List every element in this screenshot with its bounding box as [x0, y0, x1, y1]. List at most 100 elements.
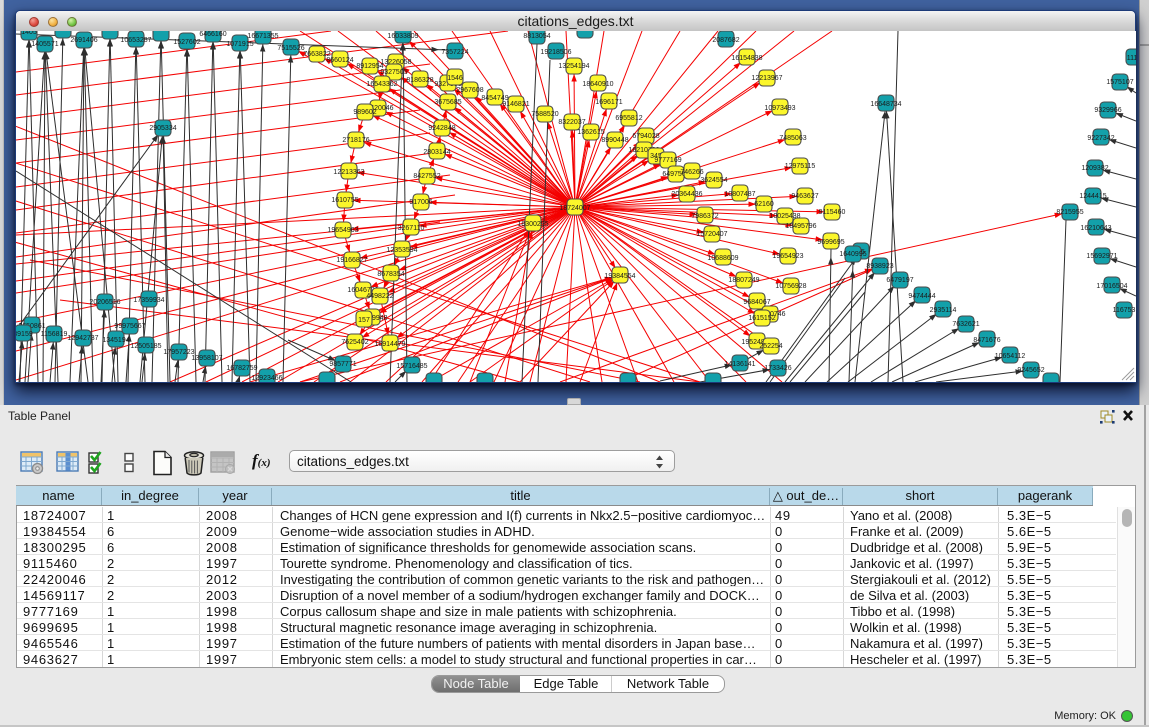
- svg-text:14136141: 14136141: [724, 361, 755, 368]
- svg-text:1733426: 1733426: [764, 365, 791, 372]
- svg-text:19654963: 19654963: [327, 227, 358, 234]
- svg-text:16671355: 16671355: [247, 33, 278, 40]
- svg-text:20364436: 20364436: [671, 191, 702, 198]
- svg-text:10654112: 10654112: [995, 353, 1026, 360]
- svg-text:2087682: 2087682: [712, 37, 739, 44]
- svg-text:7357224: 7357224: [441, 49, 468, 56]
- svg-text:7515526: 7515526: [277, 45, 304, 52]
- svg-text:3267110: 3267110: [398, 225, 425, 232]
- svg-text:16033809: 16033809: [387, 33, 418, 40]
- svg-text:1640995: 1640995: [839, 251, 866, 258]
- svg-text:252254: 252254: [759, 343, 782, 350]
- svg-text:3624554: 3624554: [700, 177, 727, 184]
- svg-text:2967608: 2967608: [456, 87, 483, 94]
- svg-text:746266: 746266: [680, 169, 703, 176]
- svg-text:157: 157: [358, 317, 370, 324]
- svg-text:7588520: 7588520: [531, 111, 558, 118]
- svg-text:9699695: 9699695: [817, 239, 844, 246]
- svg-text:16210643: 16210643: [1080, 225, 1111, 232]
- svg-text:18300295: 18300295: [517, 221, 548, 228]
- svg-text:17359934: 17359934: [133, 297, 164, 304]
- svg-text:8427552: 8427552: [413, 173, 440, 180]
- svg-text:9857771: 9857771: [329, 361, 356, 368]
- svg-text:1527602: 1527602: [173, 39, 200, 46]
- svg-text:2935114: 2935114: [930, 307, 957, 314]
- svg-text:8322037: 8322037: [558, 119, 585, 126]
- svg-text:16782759: 16782759: [226, 365, 257, 372]
- svg-text:10807487: 10807487: [724, 191, 755, 198]
- svg-text:1362615: 1362615: [577, 129, 604, 136]
- svg-text:18807249: 18807249: [728, 277, 759, 284]
- svg-text:12942737: 12942737: [67, 335, 98, 342]
- svg-text:9115460: 9115460: [819, 209, 846, 216]
- svg-text:16648734: 16648734: [870, 101, 901, 108]
- svg-text:8938923: 8938923: [866, 263, 893, 270]
- svg-text:1575107: 1575107: [1106, 79, 1133, 86]
- svg-text:989602: 989602: [353, 109, 376, 116]
- svg-text:18724007: 18724007: [559, 205, 590, 212]
- svg-text:12923466: 12923466: [251, 375, 282, 382]
- svg-text:15720407: 15720407: [696, 231, 727, 238]
- svg-text:8215955: 8215955: [1056, 209, 1083, 216]
- svg-text:1156819: 1156819: [41, 331, 68, 338]
- svg-text:1696171: 1696171: [595, 99, 622, 106]
- svg-text:9245652: 9245652: [1017, 367, 1044, 374]
- svg-text:19166827: 19166827: [336, 257, 367, 264]
- svg-text:13958107: 13958107: [191, 355, 222, 362]
- svg-text:9327505: 9327505: [380, 69, 407, 76]
- svg-text:10756928: 10756928: [775, 283, 806, 290]
- svg-text:17016504: 17016504: [1096, 283, 1127, 290]
- svg-text:16543362: 16543362: [366, 81, 397, 88]
- svg-text:6479197: 6479197: [886, 277, 913, 284]
- svg-text:9684067: 9684067: [743, 299, 770, 306]
- svg-text:6955812: 6955812: [615, 115, 642, 122]
- svg-text:7625402: 7625402: [341, 339, 368, 346]
- svg-text:13254194: 13254194: [558, 63, 589, 70]
- svg-text:9777169: 9777169: [654, 157, 681, 164]
- svg-text:1405571: 1405571: [31, 41, 58, 48]
- svg-text:8186328: 8186328: [406, 77, 433, 84]
- svg-text:4498222: 4498222: [366, 293, 393, 300]
- svg-text:1345194: 1345194: [102, 337, 129, 344]
- svg-text:2905334: 2905334: [149, 125, 176, 132]
- svg-text:10973493: 10973493: [764, 105, 795, 112]
- svg-text:10653287: 10653287: [120, 37, 151, 44]
- svg-text:9242848: 9242848: [428, 125, 455, 132]
- svg-text:8990448: 8990448: [601, 137, 628, 144]
- svg-text:6466160: 6466160: [199, 31, 226, 38]
- svg-text:15692971: 15692971: [1086, 253, 1117, 260]
- svg-text:15716485: 15716485: [396, 363, 427, 370]
- svg-text:9146821: 9146821: [502, 101, 529, 108]
- svg-text:917006: 917006: [409, 199, 432, 206]
- svg-text:12213363: 12213363: [333, 169, 364, 176]
- svg-text:62160: 62160: [754, 201, 774, 208]
- svg-text:9463627: 9463627: [791, 193, 818, 200]
- svg-text:18495796: 18495796: [785, 223, 816, 230]
- svg-text:17957223: 17957223: [163, 349, 194, 356]
- svg-text:10688609: 10688609: [707, 255, 738, 262]
- svg-text:1615152: 1615152: [748, 315, 775, 322]
- svg-text:7485063: 7485063: [779, 135, 806, 142]
- svg-text:8471676: 8471676: [973, 337, 1000, 344]
- svg-text:19218506: 19218506: [540, 49, 571, 56]
- svg-text:7986372: 7986372: [691, 213, 718, 220]
- svg-text:2718176: 2718176: [342, 137, 369, 144]
- svg-text:99975667: 99975667: [114, 323, 145, 330]
- svg-text:3675685: 3675685: [434, 99, 461, 106]
- svg-text:1112: 1112: [1127, 55, 1136, 62]
- svg-text:9329966: 9329966: [1094, 107, 1121, 114]
- svg-text:1546: 1546: [447, 75, 463, 82]
- svg-text:9474444: 9474444: [908, 293, 935, 300]
- svg-text:12975115: 12975115: [785, 163, 816, 170]
- svg-text:12353594: 12353594: [386, 247, 417, 254]
- svg-text:116753: 116753: [1113, 307, 1136, 314]
- svg-text:2691406: 2691406: [70, 37, 97, 44]
- svg-text:6794028: 6794028: [632, 133, 659, 140]
- svg-text:19654923: 19654923: [772, 253, 803, 260]
- svg-text:16154838: 16154838: [731, 55, 762, 62]
- svg-text:18640910: 18640910: [582, 81, 613, 88]
- svg-text:1610755: 1610755: [331, 197, 358, 204]
- svg-text:8678354: 8678354: [377, 271, 404, 278]
- svg-text:16914479: 16914479: [374, 341, 405, 348]
- svg-text:12213967: 12213967: [751, 75, 782, 82]
